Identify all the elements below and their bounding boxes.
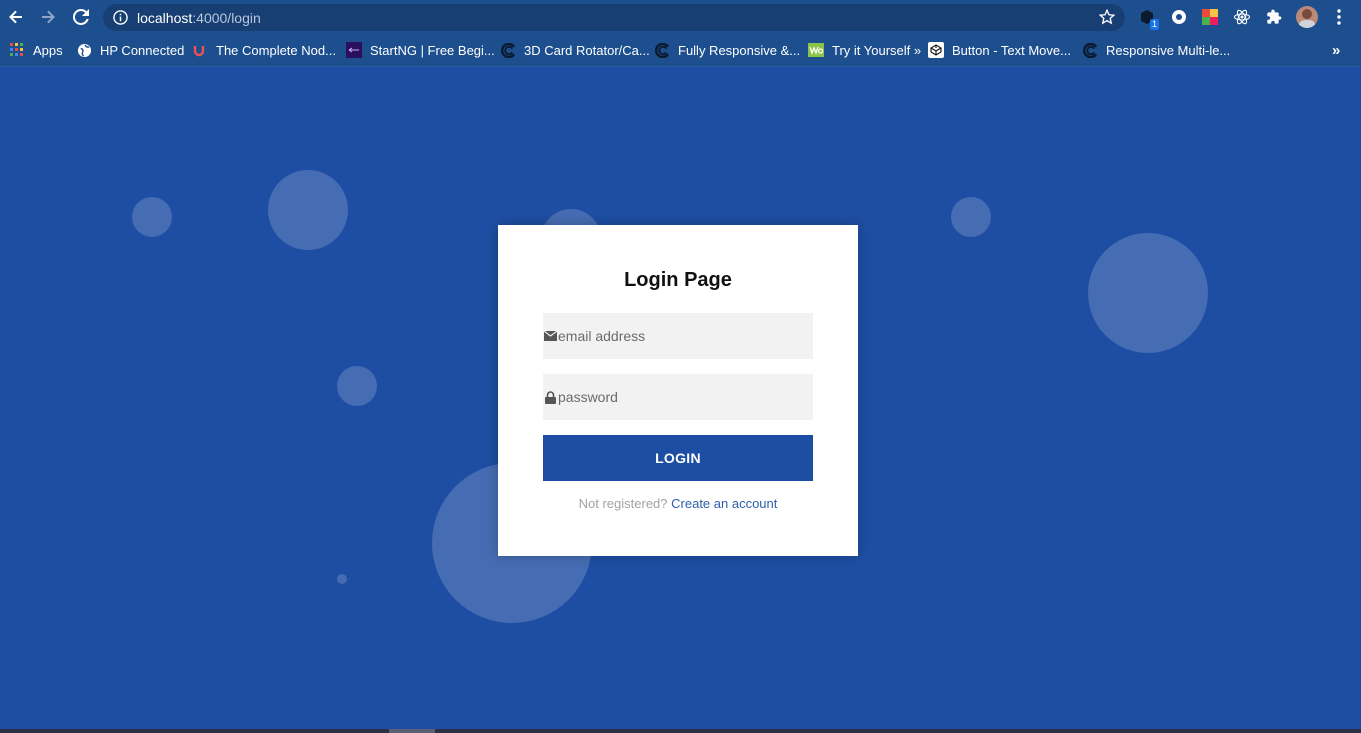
apps-grid-icon [9,42,25,58]
startng-icon [346,42,362,58]
decorative-bubble [268,170,348,250]
login-page: Login Page LOGIN Not registered? Create … [0,68,1361,733]
extension-badge-icon[interactable]: 1 [1138,8,1159,30]
create-account-link[interactable]: Create an account [671,496,777,511]
bookmark-star-icon[interactable] [1098,8,1116,30]
bookmark-label: 3D Card Rotator/Ca... [524,42,650,58]
globe-icon [76,42,92,58]
profile-avatar[interactable] [1296,6,1318,28]
taskbar-strip [0,729,1361,733]
bookmark-3d-card-rotator[interactable]: 3D Card Rotator/Ca... [500,41,650,59]
password-field[interactable] [543,374,813,420]
bookmark-label: Fully Responsive &... [678,42,801,58]
swirl-icon [1082,42,1098,58]
swirl-icon [654,42,670,58]
w3-icon [808,42,824,58]
bookmark-try-it-yourself[interactable]: Try it Yourself » [808,41,921,59]
bookmark-complete-node[interactable]: The Complete Nod... [192,41,336,59]
puzzle-icon[interactable] [1265,8,1283,26]
email-field[interactable] [543,313,813,359]
back-button[interactable] [4,5,28,29]
login-card: Login Page LOGIN Not registered? Create … [498,225,858,556]
swirl-icon [500,42,516,58]
codepen-icon [928,42,944,58]
kebab-menu-icon[interactable] [1330,8,1348,26]
chevron-double-right-icon: » [1332,41,1341,59]
register-prompt: Not registered? Create an account [498,496,858,511]
bookmark-startng[interactable]: StartNG | Free Begi... [346,41,495,59]
bookmark-label: Responsive Multi-le... [1106,42,1231,58]
register-prompt-text: Not registered? [578,496,668,511]
email-input[interactable] [558,313,808,359]
lock-icon [543,390,557,404]
bookmark-label: Apps [33,42,63,58]
url-text: localhost:4000/login [137,10,261,26]
page-title: Login Page [624,269,732,291]
bookmarks-overflow-button[interactable]: » [1332,41,1340,59]
decorative-bubble [1088,233,1208,353]
bookmark-fully-responsive[interactable]: Fully Responsive &... [654,41,800,59]
reload-button[interactable] [69,5,93,29]
bookmark-label: Button - Text Move... [952,42,1071,58]
bookmark-responsive-multi-level[interactable]: Responsive Multi-le... [1082,41,1230,59]
envelope-icon [543,329,557,343]
info-icon[interactable] [113,10,128,30]
bookmark-apps[interactable]: Apps [9,41,63,59]
bookmark-label: StartNG | Free Begi... [370,42,495,58]
decorative-bubble [951,197,991,237]
bookmark-button-text-move[interactable]: Button - Text Move... [928,41,1071,59]
extension-badge-count: 1 [1149,19,1159,30]
arrow-left-icon [9,10,22,24]
taskbar-active-indicator [389,729,435,733]
udemy-icon [192,42,208,58]
decorative-bubble [337,366,377,406]
bookmark-label: Try it Yourself » [832,42,922,58]
color-grid-icon[interactable] [1201,8,1219,26]
url-host: localhost [137,10,193,26]
bookmark-label: The Complete Nod... [216,42,336,58]
url-path: :4000/login [192,10,261,26]
react-icon[interactable] [1233,8,1251,26]
decorative-bubble [132,197,172,237]
bookmarks-bar: Apps HP Connected The Complete Nod... St… [0,34,1361,67]
password-input[interactable] [558,374,808,420]
bookmark-hp-connected[interactable]: HP Connected [76,41,184,59]
address-bar[interactable]: localhost:4000/login [103,4,1125,31]
reload-icon [73,9,89,25]
forward-button[interactable] [36,5,60,29]
bookmark-label: HP Connected [100,42,185,58]
cookie-icon[interactable] [1170,8,1188,26]
login-button[interactable]: LOGIN [543,435,813,481]
decorative-bubble [337,574,347,584]
arrow-right-icon [42,10,55,24]
browser-toolbar: localhost:4000/login 1 [0,0,1361,34]
